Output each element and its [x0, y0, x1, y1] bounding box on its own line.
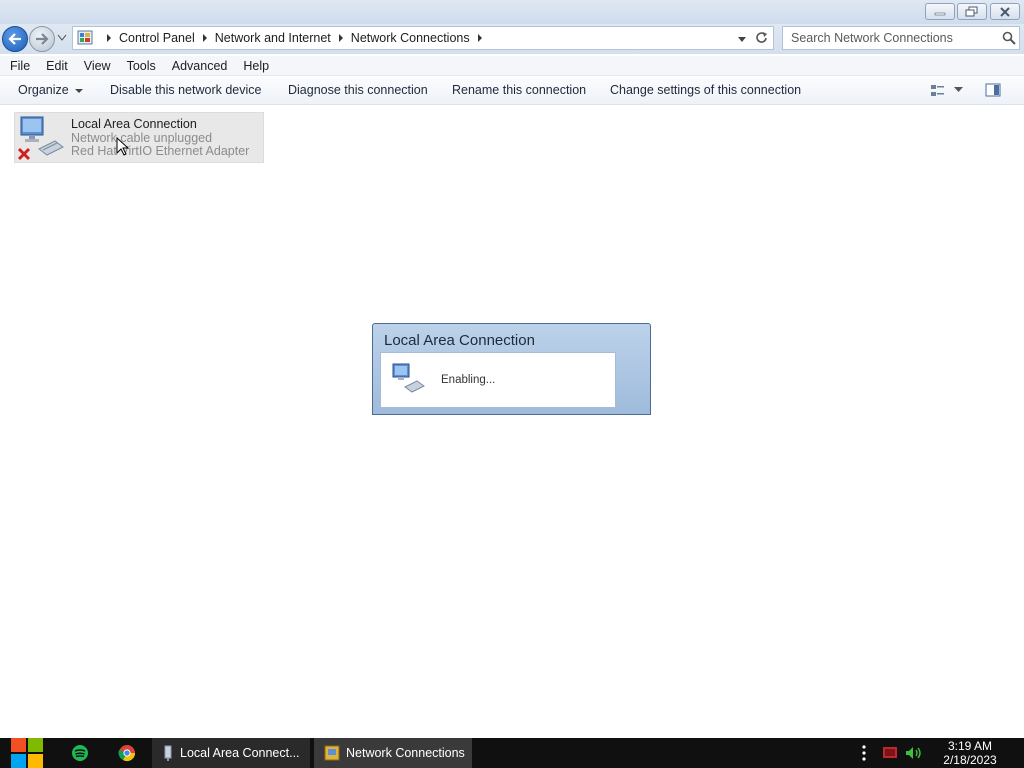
back-button[interactable]: [2, 26, 28, 52]
menu-file[interactable]: File: [0, 56, 38, 76]
clock[interactable]: 3:19 AM 2/18/2023: [930, 739, 1010, 767]
local-area-connection-item[interactable]: Local Area Connection Network cable unpl…: [14, 112, 264, 163]
spotify-icon[interactable]: [70, 743, 90, 763]
search-box: [782, 26, 1020, 50]
tray-overflow-icon[interactable]: [860, 745, 868, 761]
search-icon[interactable]: [1002, 31, 1016, 48]
chrome-icon[interactable]: [117, 743, 137, 763]
volume-icon[interactable]: [905, 746, 923, 760]
taskbar-task-network-connections[interactable]: Network Connections: [314, 738, 472, 768]
task-label: Network Connections: [346, 746, 465, 760]
arrow-right-icon: [36, 33, 49, 45]
task-label: Local Area Connect...: [180, 746, 300, 760]
forward-button[interactable]: [29, 26, 55, 52]
connection-name: Local Area Connection: [71, 117, 197, 131]
restore-icon: [965, 6, 978, 16]
preview-pane-icon[interactable]: [985, 83, 1001, 98]
diagnose-button[interactable]: Diagnose this connection: [288, 77, 428, 104]
chevron-right-icon[interactable]: [477, 34, 482, 42]
view-options-dropdown-icon[interactable]: [954, 87, 963, 93]
clock-date: 2/18/2023: [943, 753, 997, 767]
connection-status: Network cable unplugged: [71, 131, 213, 145]
network-connections-icon: [324, 745, 340, 761]
dialog-title: Local Area Connection: [384, 332, 535, 349]
restore-button[interactable]: [957, 3, 987, 20]
menu-edit[interactable]: Edit: [38, 56, 76, 76]
taskbar-task-local-area-connection[interactable]: Local Area Connect...: [152, 738, 310, 768]
close-icon: [1000, 6, 1010, 17]
minimize-button[interactable]: [925, 3, 955, 20]
recent-pages-dropdown-icon[interactable]: [57, 34, 67, 42]
enabling-dialog: Local Area Connection Enabling...: [372, 323, 651, 415]
rename-button[interactable]: Rename this connection: [452, 77, 586, 104]
arrow-left-icon: [8, 33, 21, 45]
window-titlebar: [0, 0, 1024, 24]
change-settings-button[interactable]: Change settings of this connection: [610, 77, 801, 104]
breadcrumb-network-connections[interactable]: Network Connections: [351, 31, 470, 45]
chevron-right-icon[interactable]: [202, 34, 207, 42]
start-button[interactable]: [10, 738, 44, 768]
search-input[interactable]: [783, 27, 999, 49]
clock-time: 3:19 AM: [947, 739, 993, 753]
network-adapter-icon: [164, 745, 172, 761]
close-button[interactable]: [990, 3, 1020, 20]
connection-adapter: Red Hat VirtIO Ethernet Adapter: [71, 144, 250, 158]
dialog-message: Enabling...: [441, 374, 496, 386]
chevron-right-icon[interactable]: [107, 34, 111, 42]
menu-tools[interactable]: Tools: [119, 56, 164, 76]
chevron-right-icon[interactable]: [338, 34, 343, 42]
organize-label: Organize: [18, 83, 69, 97]
address-field[interactable]: Control Panel Network and Internet Netwo…: [72, 26, 774, 50]
address-history-dropdown-icon[interactable]: [737, 36, 747, 43]
organize-button[interactable]: Organize: [18, 77, 83, 104]
change-view-icon[interactable]: [930, 83, 946, 99]
breadcrumb-network-and-internet[interactable]: Network and Internet: [215, 31, 331, 45]
taskbar: Local Area Connect... Network Connection…: [0, 738, 1024, 768]
network-disconnected-tray-icon[interactable]: [882, 746, 898, 760]
address-bar: Control Panel Network and Internet Netwo…: [0, 24, 1024, 54]
menu-bar: File Edit View Tools Advanced Help: [0, 56, 1024, 76]
refresh-icon[interactable]: [755, 31, 769, 45]
network-adapter-disconnected-icon: [17, 116, 64, 161]
control-panel-icon: [77, 30, 93, 45]
breadcrumb-control-panel[interactable]: Control Panel: [119, 31, 195, 45]
menu-view[interactable]: View: [76, 56, 119, 76]
mouse-cursor-icon: [116, 137, 130, 156]
breadcrumb: Control Panel Network and Internet Netwo…: [99, 27, 490, 49]
disable-device-button[interactable]: Disable this network device: [110, 77, 261, 104]
network-adapter-icon: [392, 363, 425, 393]
chevron-down-icon: [74, 88, 83, 93]
command-bar: Organize Disable this network device Dia…: [0, 77, 1024, 105]
minimize-icon: [934, 12, 946, 15]
connections-list: Local Area Connection Network cable unpl…: [0, 106, 1024, 738]
dialog-body: Enabling...: [380, 352, 616, 408]
menu-advanced[interactable]: Advanced: [164, 56, 236, 76]
menu-help[interactable]: Help: [235, 56, 277, 76]
